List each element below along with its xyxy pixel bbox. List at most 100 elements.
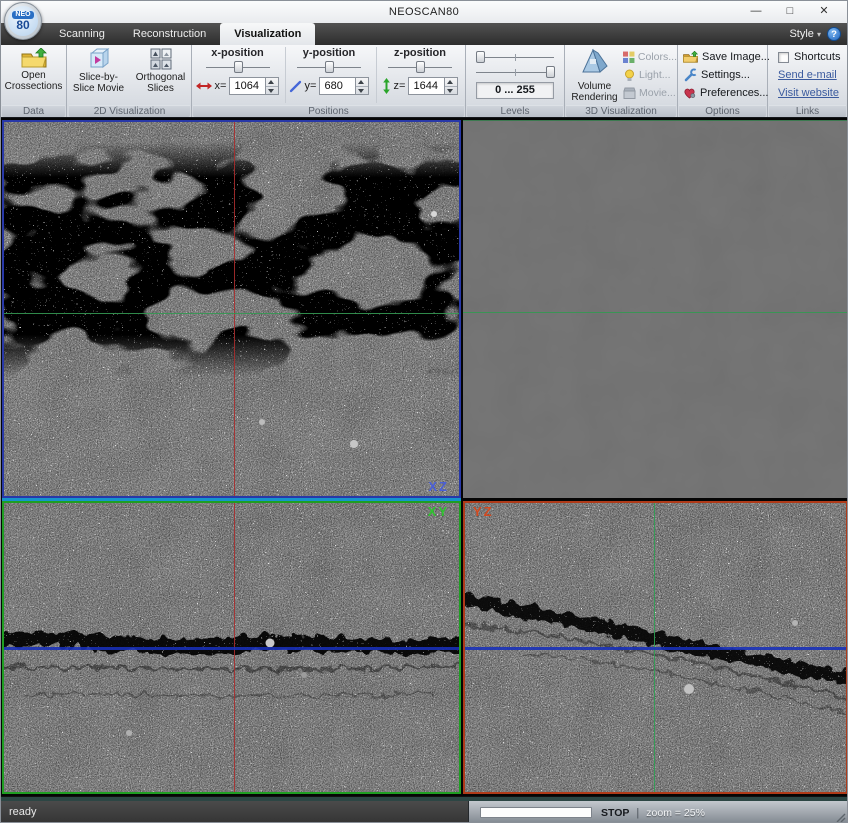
ribbon-group-2d-visualization: Slice-by-Slice Movie Orthogonal Slices [68, 45, 192, 117]
preferences-button[interactable]: Preferences... [683, 84, 770, 102]
x-position-control: x-position x= 1064 [194, 47, 281, 103]
z-position-line[interactable] [4, 313, 459, 314]
levels-range-field[interactable]: 0 ... 255 [476, 82, 554, 99]
y-position-line-yz[interactable] [465, 647, 846, 650]
slice-movie-label: Slice-by-Slice Movie [69, 72, 129, 94]
settings-button[interactable]: Settings... [683, 66, 770, 84]
ribbon-group-levels: 0 ... 255 Levels [466, 45, 565, 117]
tab-reconstruction[interactable]: Reconstruction [119, 23, 220, 45]
settings-label: Settings... [701, 69, 750, 81]
ribbon-tab-bar: Scanning Reconstruction Visualization St… [1, 23, 847, 45]
group-label-options: Options [679, 105, 766, 117]
settings-wrench-icon [683, 68, 697, 82]
x-prefix-label: x= [215, 80, 227, 92]
slice-by-slice-movie-button[interactable]: Slice-by-Slice Movie [69, 48, 129, 94]
resize-grip[interactable] [835, 812, 846, 823]
window-controls: — □ ✕ [739, 1, 841, 23]
status-text: ready [9, 806, 37, 818]
send-email-link[interactable]: Send e-mail [778, 69, 837, 81]
y-position-spinner[interactable] [356, 77, 369, 95]
x-position-spinner[interactable] [266, 77, 279, 95]
movie-button[interactable]: Movie... [623, 84, 677, 102]
app-logo[interactable]: NEO 80 [4, 2, 42, 40]
save-image-icon [683, 51, 698, 63]
style-menu[interactable]: Style ▾ [789, 28, 821, 40]
x-position-slider[interactable] [206, 61, 270, 74]
title-bar: NEOSCAN80 — □ ✕ [1, 1, 847, 23]
y-position-title: y-position [286, 47, 372, 59]
level-max-thumb[interactable] [546, 66, 555, 78]
viewport-empty[interactable] [463, 120, 848, 498]
volume-rendering-button[interactable]: Volume Rendering [567, 47, 622, 103]
slice-movie-icon [88, 48, 110, 70]
zoom-level: zoom = 25% [646, 807, 705, 819]
group-label-2d-visualization: 2D Visualization [69, 105, 190, 117]
close-button[interactable]: ✕ [807, 1, 841, 23]
viewport-yz[interactable]: YZ [463, 501, 848, 794]
x-position-input[interactable]: 1064 [229, 77, 266, 95]
ribbon-group-links: Shortcuts Send e-mail Visit website Link… [768, 45, 848, 117]
visit-website-link[interactable]: Visit website [778, 87, 839, 99]
preferences-heart-icon [683, 87, 696, 99]
ribbon-group-positions: x-position x= 1064 [192, 45, 466, 117]
y-axis-icon [289, 80, 302, 93]
progress-bar [480, 807, 592, 818]
help-icon[interactable]: ? [827, 27, 841, 41]
x-slider-thumb[interactable] [234, 61, 243, 73]
movie-icon [623, 87, 636, 100]
save-image-button[interactable]: Save Image... [683, 48, 770, 66]
status-bar: ready STOP | zoom = 25% [1, 801, 847, 823]
tab-scanning[interactable]: Scanning [45, 23, 119, 45]
z-position-slider[interactable] [388, 61, 452, 74]
z-prefix-label: z= [394, 80, 406, 92]
ribbon: Open Crossections Data Slice-by-Slice Mo… [1, 45, 847, 118]
level-max-slider[interactable] [476, 66, 554, 79]
y-slider-thumb[interactable] [325, 61, 334, 73]
ribbon-group-3d-visualization: Volume Rendering Colors... [565, 45, 678, 117]
z-position-input[interactable]: 1644 [408, 77, 445, 95]
orthogonal-slices-button[interactable]: Orthogonal Slices [131, 48, 191, 94]
maximize-button[interactable]: □ [773, 1, 807, 23]
light-icon [623, 69, 636, 82]
style-menu-label: Style [789, 28, 813, 40]
open-crossections-button[interactable]: Open Crossections [4, 48, 64, 92]
ribbon-group-options: Save Image... Settings... Preferences... [678, 45, 768, 117]
ribbon-group-data: Open Crossections Data [1, 45, 67, 117]
z-position-line-empty[interactable] [463, 312, 848, 313]
light-label: Light... [639, 69, 671, 81]
level-min-thumb[interactable] [476, 51, 485, 63]
chevron-down-icon: ▾ [817, 30, 821, 39]
group-label-data: Data [2, 105, 65, 117]
stop-button[interactable]: STOP [601, 807, 629, 819]
colors-icon [623, 51, 635, 64]
y-prefix-label: y= [305, 80, 317, 92]
application-window: NEOSCAN80 — □ ✕ NEO 80 Scanning Reconstr… [0, 0, 848, 823]
shortcuts-checkbox[interactable] [778, 52, 789, 63]
z-position-spinner[interactable] [445, 77, 458, 95]
viewport-xz[interactable]: XZ [2, 120, 461, 498]
statusbar-separator: | [636, 807, 639, 819]
z-position-title: z-position [377, 47, 463, 59]
open-folder-icon [21, 48, 47, 68]
minimize-button[interactable]: — [739, 1, 773, 23]
window-title: NEOSCAN80 [1, 1, 847, 23]
group-label-levels: Levels [467, 105, 563, 117]
y-position-control: y-position y= 680 [285, 47, 372, 103]
level-min-slider[interactable] [476, 51, 554, 64]
x-position-title: x-position [194, 47, 281, 59]
y-position-slider[interactable] [297, 61, 361, 74]
logo-text-80: 80 [16, 20, 29, 31]
z-slider-thumb[interactable] [416, 61, 425, 73]
viewport-label-xy: XY [428, 504, 449, 519]
light-button[interactable]: Light... [623, 66, 677, 84]
shortcuts-toggle[interactable]: Shortcuts [778, 48, 840, 66]
open-crossections-label: Open Crossections [4, 70, 64, 92]
tab-visualization[interactable]: Visualization [220, 23, 315, 45]
y-position-input[interactable]: 680 [319, 77, 356, 95]
orthogonal-slices-label: Orthogonal Slices [131, 72, 191, 94]
group-label-links: Links [769, 105, 846, 117]
x-position-line[interactable] [234, 122, 235, 496]
colors-button[interactable]: Colors... [623, 48, 677, 66]
viewport-xy[interactable]: XY [2, 501, 461, 794]
y-position-line-xy[interactable] [4, 647, 459, 650]
